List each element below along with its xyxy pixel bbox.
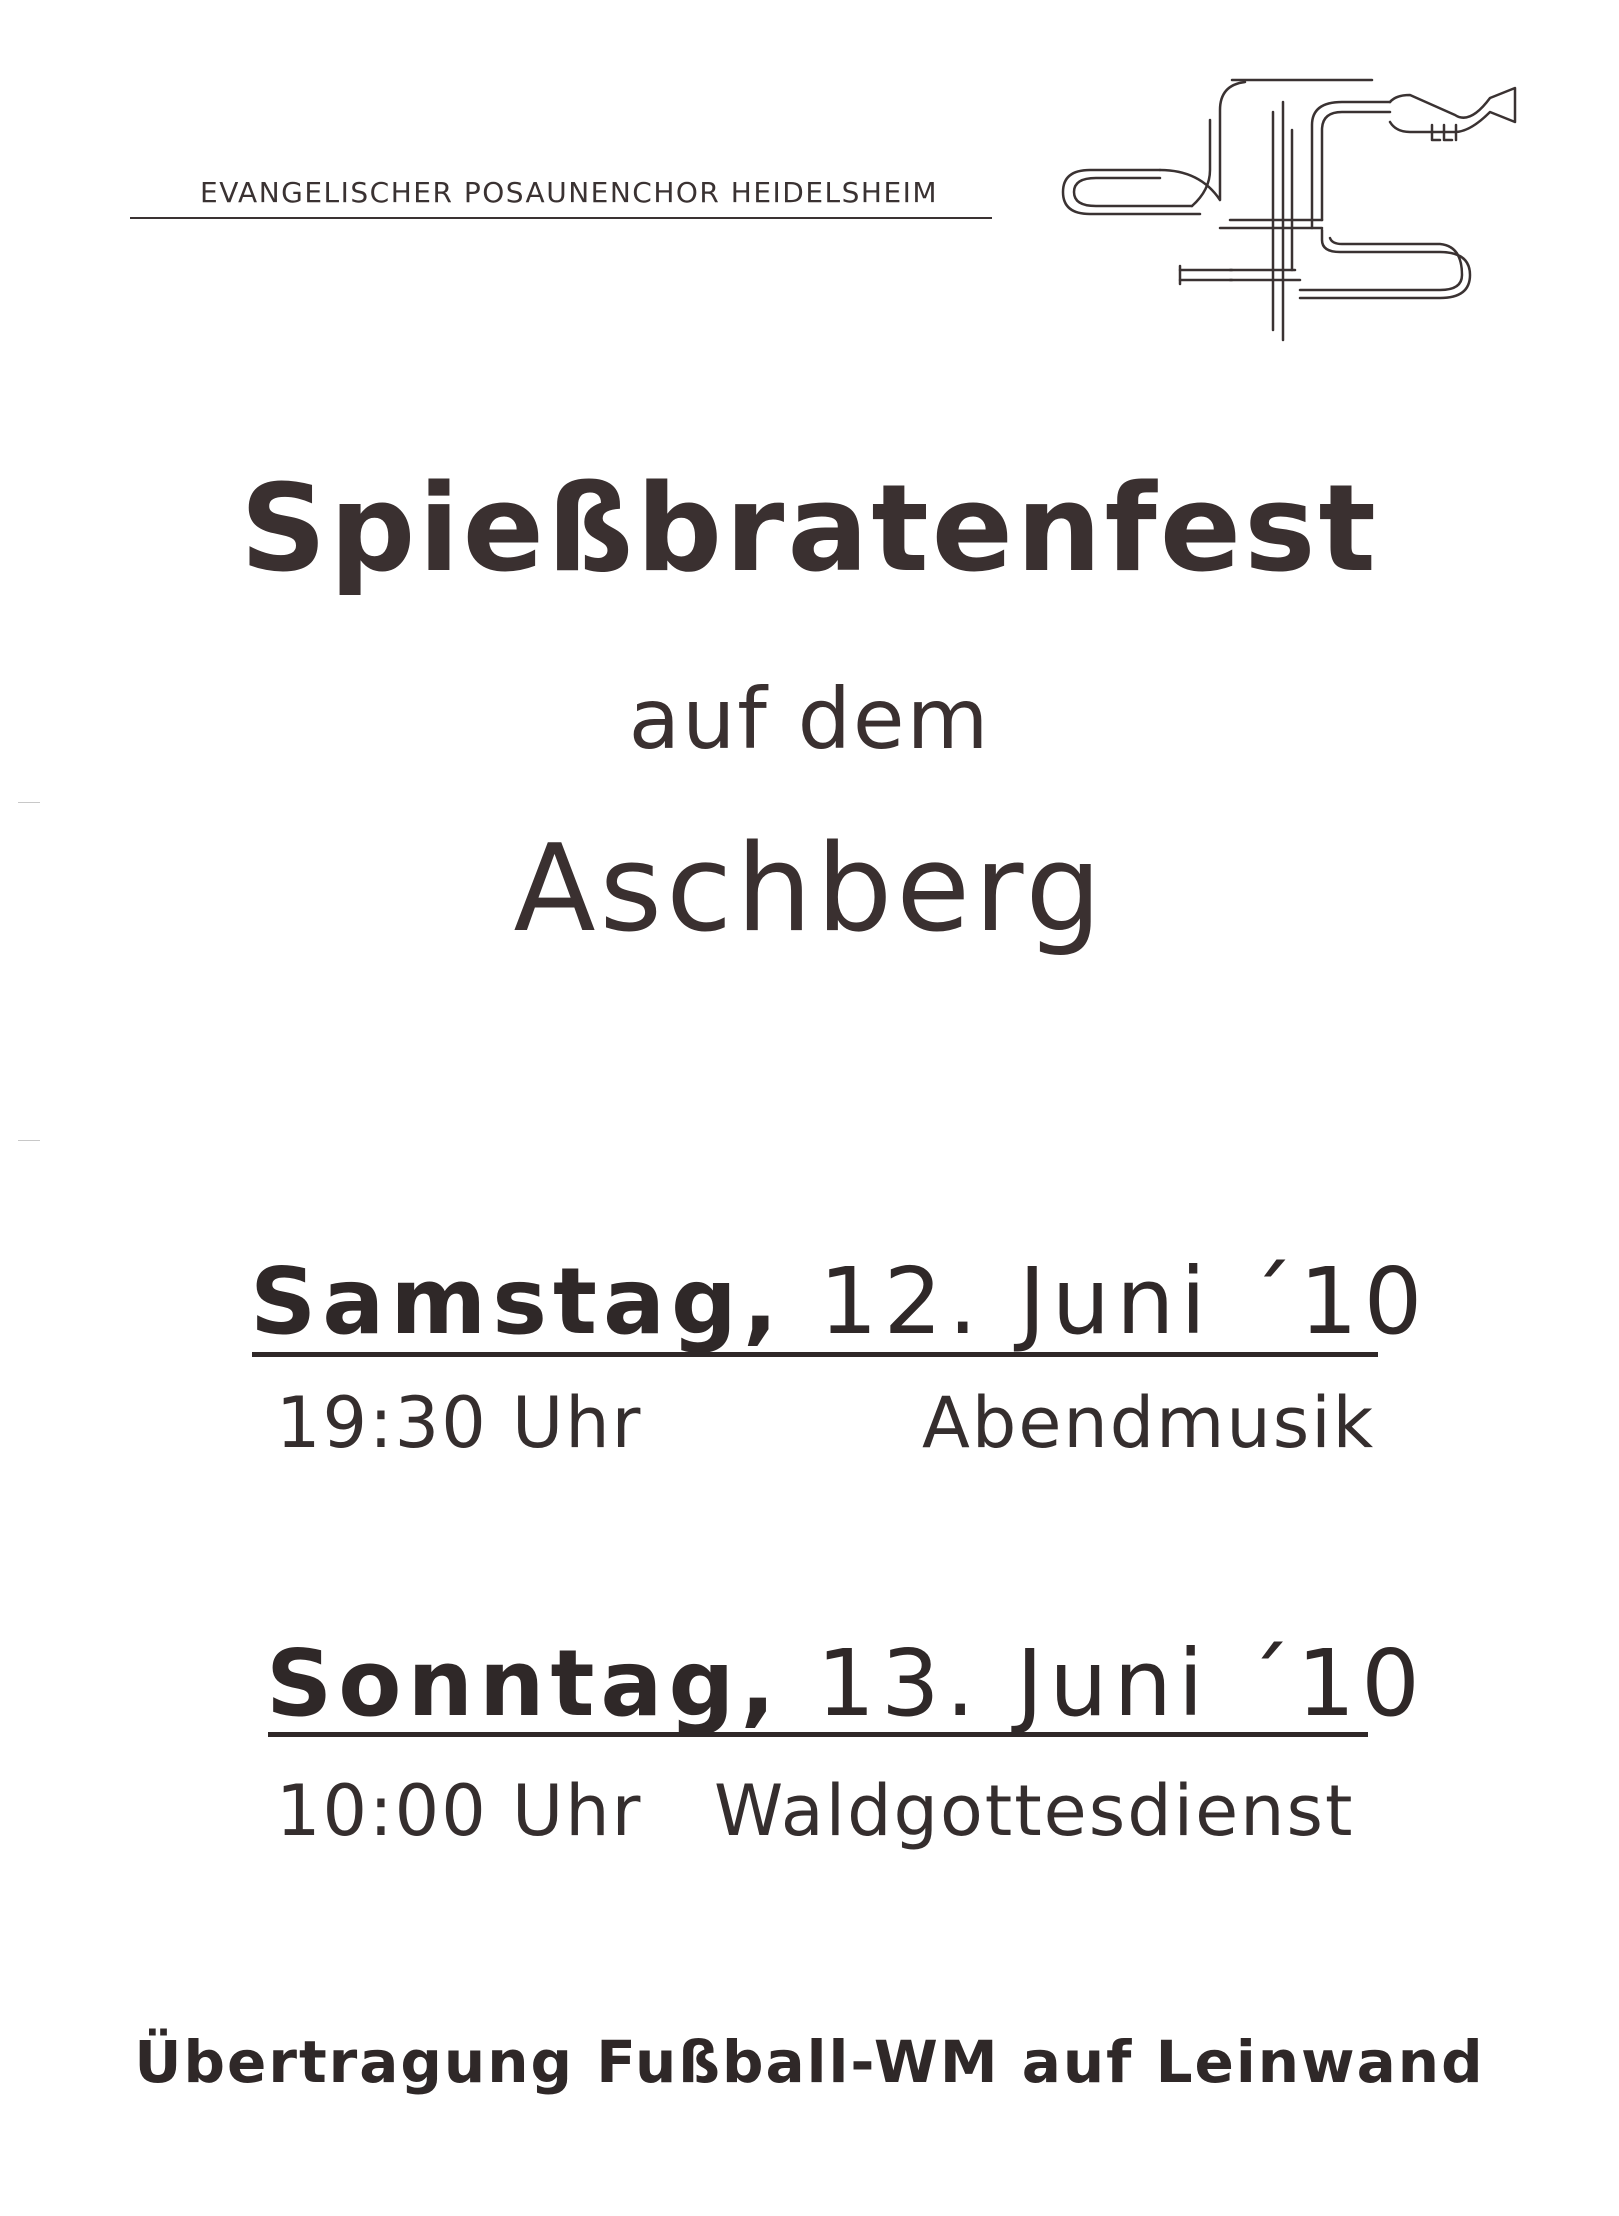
time-label-saturday: 19:30 Uhr bbox=[276, 1382, 643, 1464]
margin-mark-top bbox=[18, 802, 40, 803]
weekday-label: Samstag, bbox=[250, 1248, 784, 1355]
event-label-sunday: Waldgottesdienst bbox=[714, 1770, 1355, 1852]
time-label-sunday: 10:00 Uhr bbox=[276, 1770, 643, 1852]
date-label: 12. Juni ´10 bbox=[819, 1248, 1429, 1355]
event-label-saturday: Abendmusik bbox=[922, 1382, 1376, 1464]
brass-instruments-logo-icon bbox=[1061, 78, 1517, 342]
organization-name: EVANGELISCHER POSAUNENCHOR HEIDELSHEIM bbox=[200, 176, 939, 209]
event-location: Aschberg bbox=[513, 820, 1106, 959]
header-rule bbox=[130, 217, 992, 219]
day-rule-saturday bbox=[252, 1352, 1378, 1357]
event-subtitle: auf dem bbox=[628, 670, 991, 768]
day-heading-sunday: Sonntag, 13. Juni ´10 bbox=[266, 1630, 1426, 1737]
weekday-label: Sonntag, bbox=[266, 1630, 782, 1737]
day-rule-sunday bbox=[268, 1732, 1368, 1737]
margin-mark-bottom bbox=[18, 1140, 40, 1141]
footer-note: Übertragung Fußball-WM auf Leinwand bbox=[134, 2028, 1485, 2096]
day-heading-saturday: Samstag, 12. Juni ´10 bbox=[250, 1248, 1428, 1355]
date-label: 13. Juni ´10 bbox=[816, 1630, 1426, 1737]
event-title: Spießbratenfest bbox=[240, 460, 1379, 599]
